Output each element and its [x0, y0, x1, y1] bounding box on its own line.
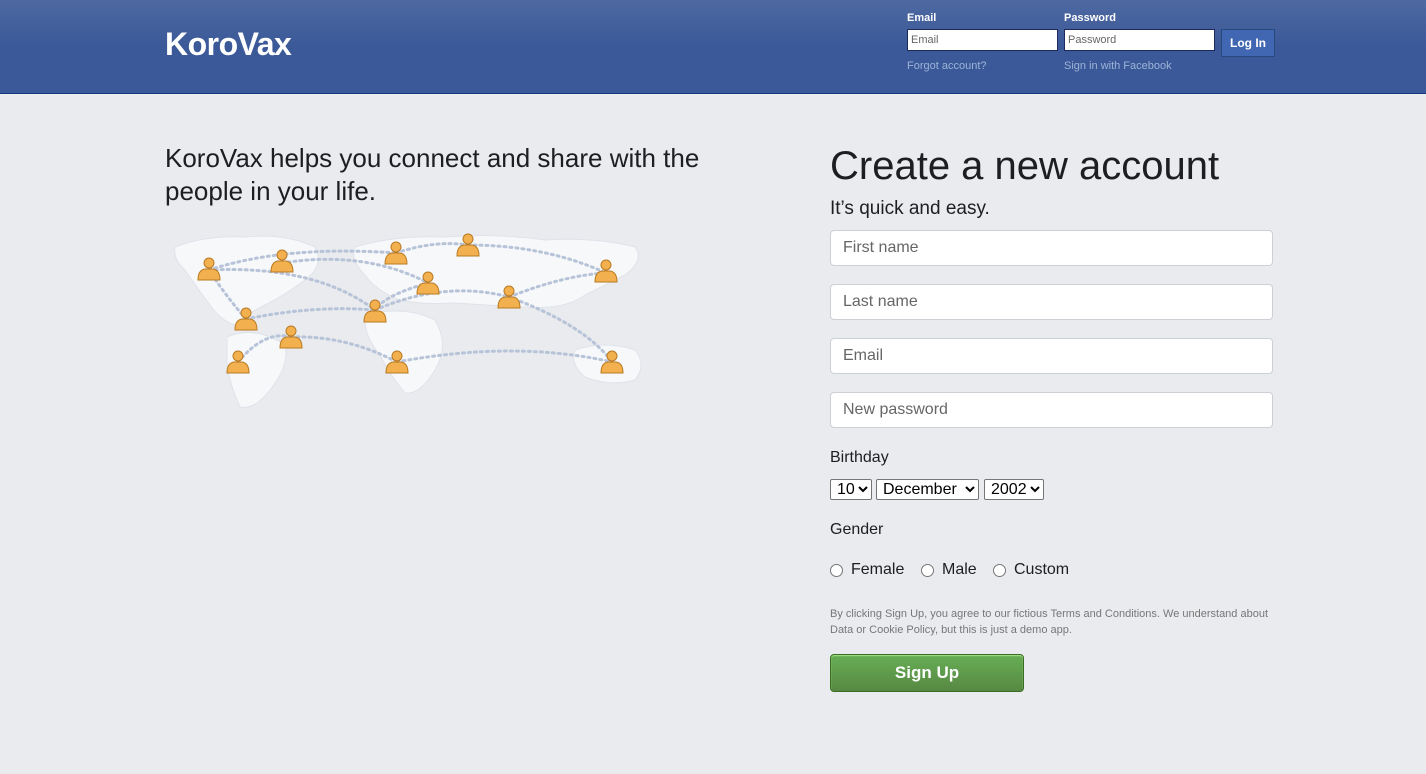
- gender-option-male[interactable]: Male: [921, 561, 977, 579]
- signup-email-input[interactable]: [830, 338, 1273, 374]
- logo[interactable]: KoroVax: [165, 26, 292, 63]
- login-password-label: Password: [1064, 12, 1116, 24]
- signup-subtitle: It’s quick and easy.: [830, 198, 990, 219]
- last-name-input[interactable]: [830, 284, 1273, 320]
- gender-option-custom[interactable]: Custom: [993, 561, 1069, 579]
- forgot-account-link[interactable]: Forgot account?: [907, 60, 987, 72]
- signup-title: Create a new account: [830, 144, 1220, 188]
- login-password-input[interactable]: [1064, 29, 1215, 51]
- world-connections-illustration: [174, 233, 642, 408]
- signup-button[interactable]: Sign Up: [830, 654, 1024, 692]
- login-button[interactable]: Log In: [1221, 29, 1275, 57]
- terms-text: By clicking Sign Up, you agree to our fi…: [830, 608, 1269, 636]
- top-bar: KoroVax Email Password Log In Forgot acc…: [0, 0, 1426, 94]
- first-name-input[interactable]: [830, 230, 1273, 266]
- gender-label: Gender: [830, 521, 884, 538]
- gender-male-radio[interactable]: [921, 563, 934, 577]
- gender-female-label: Female: [851, 561, 905, 578]
- gender-male-label: Male: [942, 561, 977, 578]
- gender-female-radio[interactable]: [830, 563, 843, 577]
- new-password-input[interactable]: [830, 392, 1273, 428]
- facebook-signin-link[interactable]: Sign in with Facebook: [1064, 60, 1172, 72]
- gender-custom-label: Custom: [1014, 561, 1070, 578]
- birthday-day-select[interactable]: 10: [830, 479, 872, 500]
- birthday-month-select[interactable]: December: [876, 479, 979, 500]
- login-email-input[interactable]: [907, 29, 1058, 51]
- gender-option-female[interactable]: Female: [830, 561, 904, 579]
- login-email-label: Email: [907, 12, 937, 24]
- tagline: KoroVax helps you connect and share with…: [165, 143, 700, 206]
- gender-custom-radio[interactable]: [993, 563, 1006, 577]
- birthday-label: Birthday: [830, 449, 889, 466]
- birthday-year-select[interactable]: 2002: [984, 479, 1044, 500]
